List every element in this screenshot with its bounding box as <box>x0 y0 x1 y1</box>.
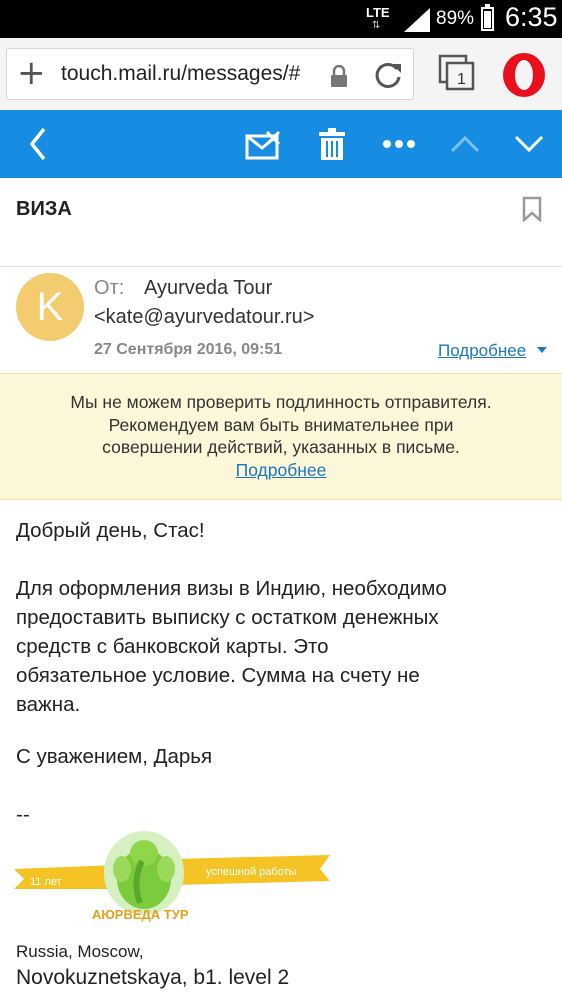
spam-icon <box>245 130 281 160</box>
status-bar: LTE ⇅ 89% 6:35 <box>0 0 562 38</box>
body-line: важна. <box>16 693 81 716</box>
network-type: LTE <box>366 5 390 20</box>
body-line: обязательное условие. Сумма на счету не <box>16 664 420 687</box>
warning-line-3: совершении действий, указанных в письме. <box>102 437 460 457</box>
sender-email[interactable]: <kate@ayurvedatour.ru> <box>94 306 314 329</box>
tabs-icon[interactable]: 1 <box>438 54 476 92</box>
warning-line-1: Мы не можем проверить подлинность отправ… <box>70 392 492 412</box>
body-closing: С уважением, Дарья <box>16 745 213 768</box>
body-line: Для оформления визы в Индию, необходимо <box>16 577 447 600</box>
avatar: K <box>16 273 84 341</box>
opera-icon[interactable] <box>500 52 548 98</box>
signal-icon <box>404 8 430 32</box>
logo-tagline: успешной работы <box>206 866 297 878</box>
body-line: средств с банковской карты. Это <box>16 635 329 658</box>
logo-brand: АЮРВЕДА ТУР <box>92 907 189 922</box>
data-activity-icon: ⇅ <box>372 20 381 31</box>
clock: 6:35 <box>505 2 558 32</box>
down-icon <box>514 135 544 153</box>
body-line: предоставить выписку с остатком денежных <box>16 606 439 629</box>
more-button[interactable] <box>372 110 426 178</box>
bookmark-icon[interactable] <box>522 196 542 222</box>
browser-address-bar: + touch.mail.ru/messages/# 1 <box>0 38 562 111</box>
next-message-button[interactable] <box>506 110 552 178</box>
more-icon <box>383 140 415 148</box>
message-subject: ВИЗА <box>16 198 72 220</box>
sender-block: K От: Ayurveda Tour <kate@ayurvedatour.r… <box>0 267 562 373</box>
address-line-2: Novokuznetskaya, b1. level 2 <box>16 966 290 989</box>
subject-row: ВИЗА <box>0 178 562 267</box>
body-paragraph: Для оформления визы в Индию, необходимо … <box>16 574 556 719</box>
company-logo[interactable]: 11 лет успешной работы АЮРВЕДА ТУР <box>14 825 334 925</box>
sender-warning-banner: Мы не можем проверить подлинность отправ… <box>0 373 562 500</box>
chevron-down-icon[interactable] <box>537 347 547 353</box>
url-field[interactable]: + touch.mail.ru/messages/# <box>6 48 414 100</box>
address-line-1: Russia, Moscow, <box>16 942 144 961</box>
back-button[interactable] <box>12 110 64 178</box>
trash-icon <box>319 128 345 160</box>
warning-details-link[interactable]: Подробнее <box>236 460 327 480</box>
spam-button[interactable] <box>236 110 292 178</box>
logo-years: 11 лет <box>30 876 62 888</box>
url-text[interactable]: touch.mail.ru/messages/# <box>61 62 323 86</box>
message-date: 27 Сентября 2016, 09:51 <box>94 341 283 358</box>
from-label: От: <box>94 277 125 299</box>
up-icon <box>450 135 480 153</box>
warning-line-2: Рекомендуем вам быть внимательнее при <box>108 414 454 435</box>
plus-icon[interactable]: + <box>17 55 46 91</box>
reload-icon[interactable] <box>373 60 403 90</box>
body-greeting: Добрый день, Стас! <box>16 519 205 542</box>
tab-count: 1 <box>457 71 466 88</box>
delete-button[interactable] <box>306 110 358 178</box>
previous-message-button[interactable] <box>442 110 488 178</box>
sender-name[interactable]: Ayurveda Tour <box>144 277 272 300</box>
mail-toolbar <box>0 110 562 178</box>
back-icon <box>29 127 46 161</box>
battery-percent: 89% <box>436 8 475 29</box>
lock-icon <box>331 65 347 87</box>
details-link[interactable]: Подробнее <box>438 341 526 361</box>
battery-icon <box>481 4 494 31</box>
